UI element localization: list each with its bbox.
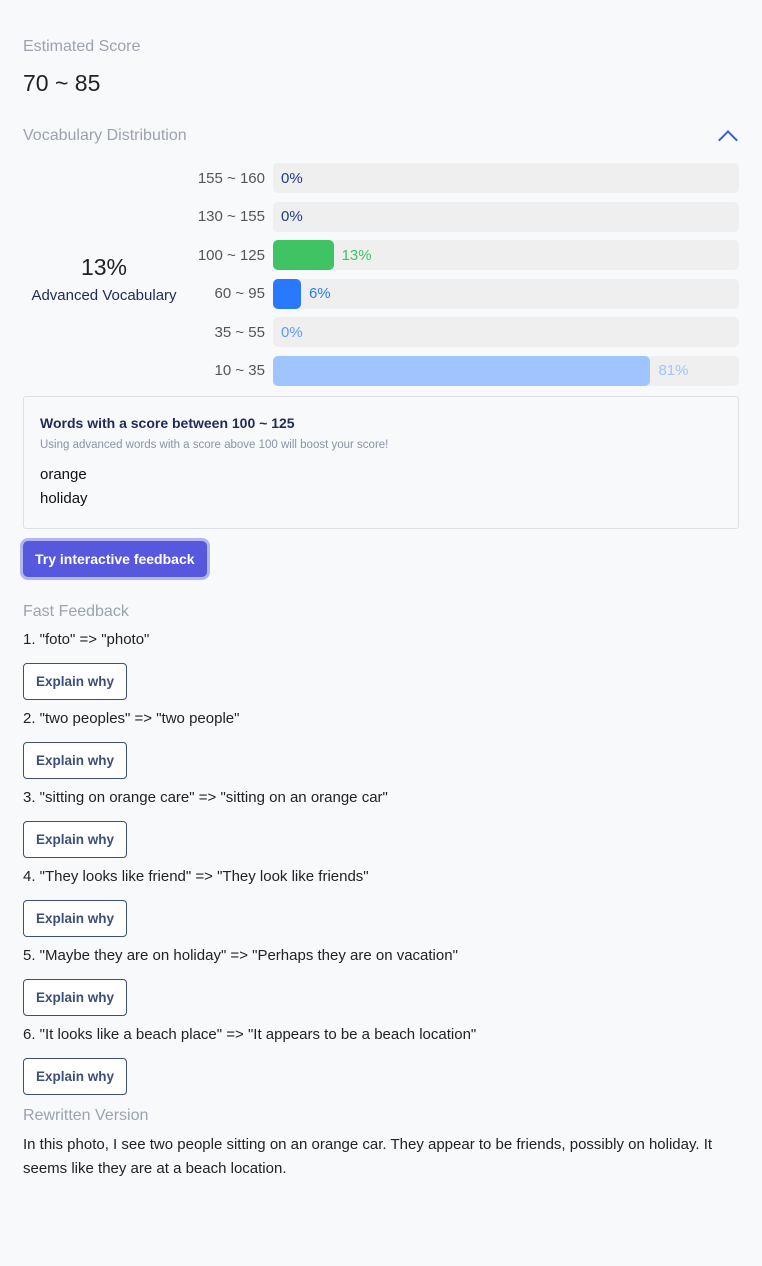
range-label: 60 ~ 95: [214, 285, 265, 302]
word-item: holiday: [40, 490, 88, 507]
distribution-row: 155 ~ 160 0%: [185, 163, 739, 193]
chevron-up-icon[interactable]: [718, 130, 738, 150]
explain-why-button[interactable]: Explain why: [23, 1058, 128, 1095]
feedback-item: 2. "two peoples" => "two people": [23, 710, 240, 727]
range-label: 155 ~ 160: [197, 169, 265, 187]
estimated-score-value: 70 ~ 85: [23, 70, 101, 96]
percent-label: 0%: [281, 323, 303, 341]
percent-label: 6%: [308, 285, 331, 302]
feedback-item: 5. "Maybe they are on holiday" => "Perha…: [23, 947, 458, 964]
explain-why-button[interactable]: Explain why: [23, 821, 128, 858]
range-label: 100 ~ 125: [197, 246, 265, 264]
distribution-row: 35 ~ 55 0%: [185, 317, 739, 347]
bar-track: 0%: [273, 163, 739, 193]
word-item: orange: [40, 466, 87, 483]
feedback-item: 4. "They looks like friend" => "They loo…: [23, 868, 369, 885]
feedback-item: 1. "foto" => "photo": [23, 631, 150, 648]
explain-why-button[interactable]: Explain why: [23, 663, 128, 700]
distribution-row: 60 ~ 95 6%: [185, 278, 739, 309]
bar-track: 0%: [273, 317, 739, 347]
feedback-panel: Estimated Score 70 ~ 85 Vocabulary Distr…: [0, 0, 762, 1266]
bar-fill: [273, 355, 651, 386]
try-interactive-feedback-button[interactable]: Try interactive feedback: [23, 541, 207, 577]
rewritten-text: In this photo, I see two people sitting …: [23, 1136, 713, 1177]
range-label: 35 ~ 55: [214, 323, 265, 341]
explain-why-button[interactable]: Explain why: [23, 742, 128, 779]
bar-track: 81%: [273, 355, 739, 386]
distribution-row: 130 ~ 155 0%: [185, 201, 739, 232]
range-label: 10 ~ 35: [214, 362, 265, 379]
vocab-distribution-label: Vocabulary Distribution: [23, 127, 187, 144]
bar-fill: [273, 240, 334, 270]
words-box: Words with a score between 100 ~ 125 Usi…: [23, 396, 739, 529]
feedback-item: 6. "It looks like a beach place" => "It …: [23, 1026, 477, 1043]
distribution-row: 10 ~ 35 81%: [185, 355, 739, 386]
range-label: 130 ~ 155: [197, 208, 265, 225]
advanced-vocab-percent: 13%: [80, 253, 128, 280]
percent-label: 81%: [658, 362, 689, 379]
rewritten-version-label: Rewritten Version: [23, 1107, 149, 1124]
vocab-distribution-chart: 13% Advanced Vocabulary 155 ~ 160 0% 130 …: [23, 163, 739, 394]
bar-track: 13%: [273, 240, 739, 270]
bar-track: 6%: [273, 278, 739, 309]
percent-label: 13%: [341, 246, 372, 264]
fast-feedback-label: Fast Feedback: [23, 603, 129, 620]
feedback-item: 3. "sitting on orange care" => "sitting …: [23, 789, 388, 806]
percent-label: 0%: [281, 208, 303, 225]
percent-label: 0%: [281, 169, 303, 187]
bar-track: 0%: [273, 201, 739, 232]
estimated-score-label: Estimated Score: [23, 38, 141, 55]
words-title: Words with a score between 100 ~ 125: [40, 415, 295, 431]
explain-why-button[interactable]: Explain why: [23, 979, 128, 1016]
bar-fill: [273, 278, 301, 309]
explain-why-button[interactable]: Explain why: [23, 900, 128, 937]
distribution-row: 100 ~ 125 13%: [185, 240, 739, 270]
advanced-vocab-label: Advanced Vocabulary: [31, 286, 177, 304]
words-subtitle: Using advanced words with a score above …: [40, 439, 389, 451]
